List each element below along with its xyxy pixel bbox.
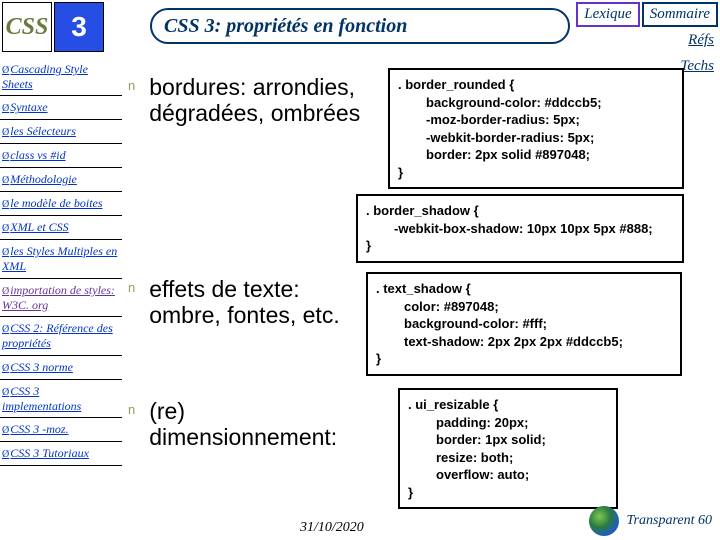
globe-icon [589, 506, 619, 536]
sidebar-item[interactable]: ØCSS 3 -moz. [0, 418, 122, 442]
sidebar-item[interactable]: ØSyntaxe [0, 96, 122, 120]
techs-link[interactable]: Techs [680, 58, 714, 75]
sidebar: ØCascading Style Sheets ØSyntaxe Øles Sé… [0, 58, 122, 466]
bullet-marker: n [128, 78, 135, 93]
sidebar-item[interactable]: Øimportation de styles: W3C. org [0, 279, 122, 317]
bullet-text-effets: effets de texte: ombre, fontes, etc. [149, 276, 369, 329]
sidebar-item[interactable]: ØMéthodologie [0, 168, 122, 192]
footer-date: 31/10/2020 [300, 520, 364, 536]
sidebar-item[interactable]: ØCSS 3 norme [0, 356, 122, 380]
sidebar-item[interactable]: ØXML et CSS [0, 216, 122, 240]
sidebar-item[interactable]: ØCSS 3 Tutoriaux [0, 442, 122, 466]
bullet-marker: n [128, 280, 135, 295]
page-title: CSS 3: propriétés en fonction [150, 8, 570, 44]
bullet-text-dimension: (re) dimensionnement: [149, 398, 369, 451]
sidebar-item[interactable]: Øles Styles Multiples en XML [0, 240, 122, 278]
sommaire-button[interactable]: Sommaire [642, 2, 718, 27]
bullet-marker: n [128, 402, 135, 417]
code-ui-resizable: . ui_resizable { padding: 20px; border: … [398, 388, 618, 509]
sidebar-item[interactable]: ØCSS 2: Référence des propriétés [0, 317, 122, 355]
footer-slide-number: Transparent 60 [589, 506, 712, 536]
lexique-button[interactable]: Lexique [576, 2, 639, 27]
sidebar-item[interactable]: Øle modèle de boites [0, 192, 122, 216]
code-border-shadow: . border_shadow { -webkit-box-shadow: 10… [356, 194, 684, 263]
sidebar-item[interactable]: ØCSS 3 implementations [0, 380, 122, 418]
css3-logo: 3 [54, 2, 104, 52]
sidebar-item[interactable]: Øclass vs #id [0, 144, 122, 168]
refs-link[interactable]: Réfs [688, 32, 714, 49]
bullet-text-bordures: bordures: arrondies, dégradées, ombrées [149, 74, 369, 127]
sidebar-item[interactable]: ØCascading Style Sheets [0, 58, 122, 96]
sidebar-item[interactable]: Øles Sélecteurs [0, 120, 122, 144]
code-border-rounded: . border_rounded { background-color: #dd… [388, 68, 684, 189]
css-logo: CSS [2, 2, 52, 52]
code-text-shadow: . text_shadow { color: #897048; backgrou… [366, 272, 682, 376]
